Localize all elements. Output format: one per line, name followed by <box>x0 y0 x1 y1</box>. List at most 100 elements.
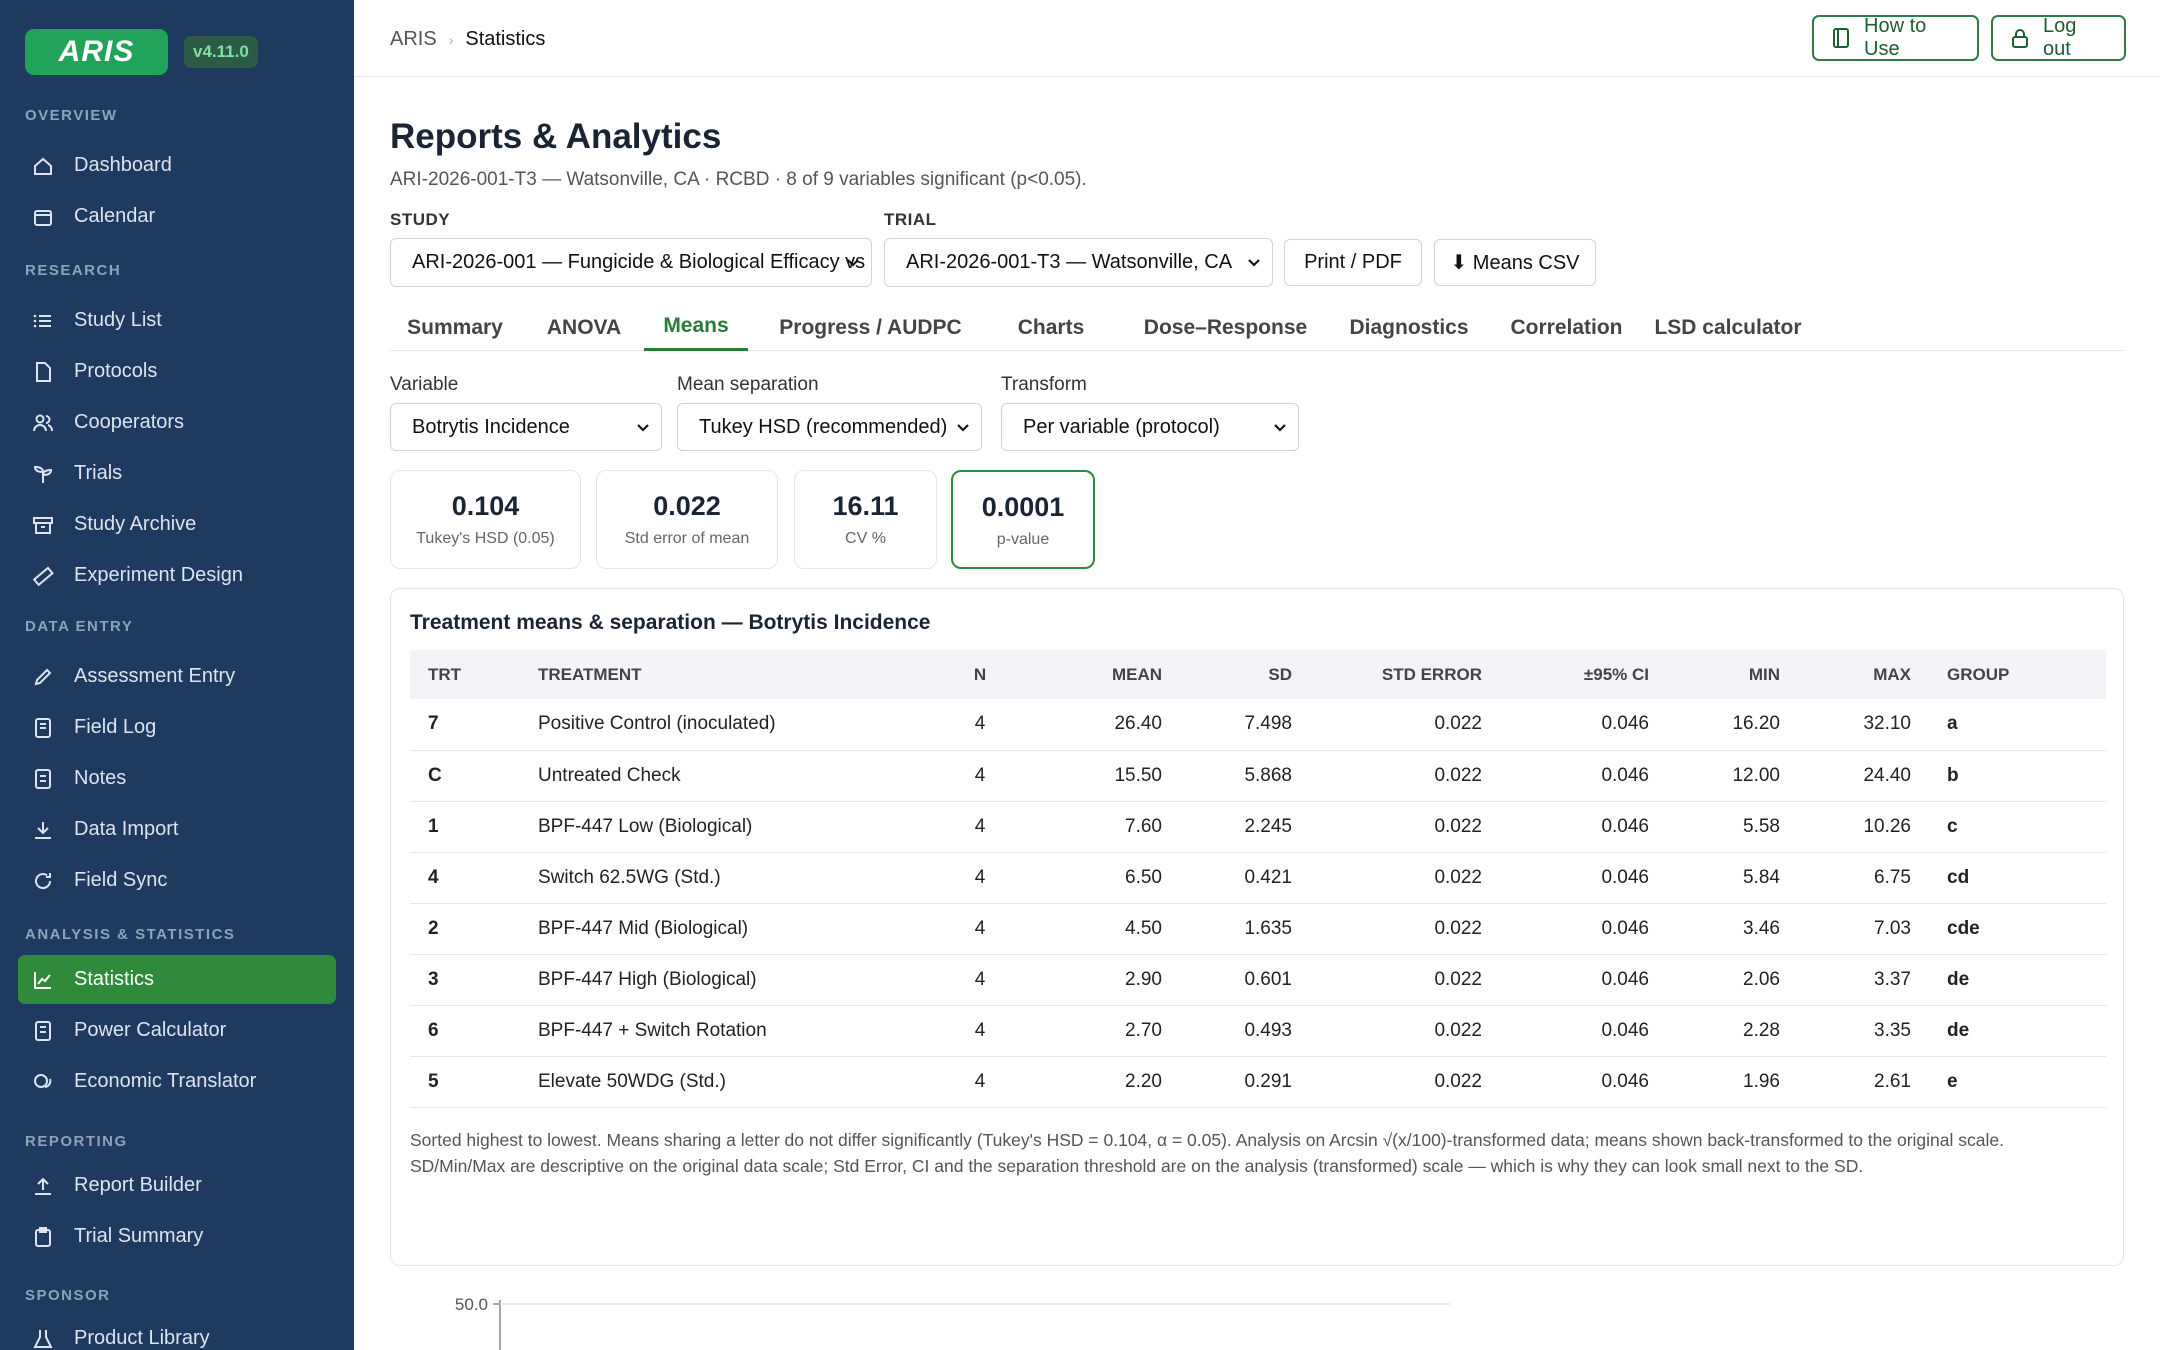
aris-logo[interactable]: ARIS <box>25 29 168 75</box>
chevron-down-icon <box>1272 418 1288 441</box>
table-cell: 0.493 <box>1244 1019 1292 1041</box>
sidebar-item-calendar[interactable]: Calendar <box>18 192 336 241</box>
clipboard-icon <box>32 1226 54 1248</box>
sidebar-item-label: Assessment Entry <box>74 665 236 687</box>
sidebar-item-study-list[interactable]: Study List <box>18 296 336 345</box>
column-header[interactable]: STD ERROR <box>1310 650 1500 699</box>
stat-label: p-value <box>996 531 1050 548</box>
column-header[interactable]: TRT <box>410 650 520 699</box>
column-header[interactable]: TREATMENT <box>520 650 920 699</box>
table-cell: 4 <box>974 917 986 939</box>
table-cell: 0.022 <box>1434 1019 1482 1041</box>
table-cell: cde <box>1947 917 1980 939</box>
nav-section-title: SPONSOR <box>25 1287 111 1304</box>
sidebar-item-trials[interactable]: Trials <box>18 449 336 498</box>
home-icon <box>32 155 54 177</box>
column-header[interactable]: MAX <box>1798 650 1929 699</box>
table-cell: 3.37 <box>1874 968 1911 990</box>
table-cell: b <box>1947 764 1959 786</box>
tab-correlation[interactable]: Correlation <box>1501 304 1632 351</box>
how-to-use-button[interactable]: How to Use <box>1812 15 1979 61</box>
chevron-down-icon <box>1246 253 1262 276</box>
sidebar-item-power-calculator[interactable]: Power Calculator <box>18 1006 336 1055</box>
tab-charts[interactable]: Charts <box>987 304 1115 351</box>
sidebar-item-field-sync[interactable]: Field Sync <box>18 856 336 905</box>
table-cell: Positive Control (inoculated) <box>538 713 776 735</box>
sidebar-item-label: Experiment Design <box>74 564 243 586</box>
sidebar-item-product-library[interactable]: Product Library <box>18 1314 336 1350</box>
sidebar-item-dashboard[interactable]: Dashboard <box>18 141 336 190</box>
sidebar-item-label: Cooperators <box>74 411 185 433</box>
column-header[interactable]: MIN <box>1667 650 1798 699</box>
sidebar-item-trial-summary[interactable]: Trial Summary <box>18 1212 336 1261</box>
tab-summary[interactable]: Summary <box>390 304 520 351</box>
column-header[interactable]: SD <box>1180 650 1310 699</box>
coins-icon <box>32 1071 54 1093</box>
table-cell: 7 <box>428 713 439 735</box>
table-cell: 4 <box>974 815 986 837</box>
transform-select[interactable]: Per variable (protocol) <box>1001 403 1299 451</box>
topbar: ARIS › Statistics How to Use Log out <box>354 0 2160 77</box>
means-csv-button[interactable]: ⬇ Means CSV <box>1434 239 1596 286</box>
means-bar-chart: 50.037.5 <box>455 1295 1450 1350</box>
column-header[interactable]: MEAN <box>1040 650 1180 699</box>
tab-dose-response[interactable]: Dose–Response <box>1133 304 1318 351</box>
sidebar-item-protocols[interactable]: Protocols <box>18 347 336 396</box>
tab-bar: Summary ANOVA Means Progress / AUDPC Charts D… <box>390 304 2124 351</box>
breadcrumb-root[interactable]: ARIS <box>390 28 437 51</box>
table-row: C Untreated Check 4 15.50 5.868 0.022 0.046 12.… <box>410 750 2106 801</box>
table-cell: 24.40 <box>1863 764 1911 786</box>
tab-means[interactable]: Means <box>644 304 748 351</box>
stat-value: 0.104 <box>451 491 520 521</box>
stat-label: Std error of mean <box>624 530 750 547</box>
tab-diagnostics[interactable]: Diagnostics <box>1336 304 1482 351</box>
stat-value: 16.11 <box>832 491 899 521</box>
stat-card-sem: 0.022 Std error of mean <box>596 470 778 569</box>
table-cell: 4.50 <box>1125 917 1162 939</box>
log-out-button[interactable]: Log out <box>1991 15 2126 61</box>
tab-anova[interactable]: ANOVA <box>536 304 632 351</box>
table-cell: BPF-447 Mid (Biological) <box>538 917 749 939</box>
sidebar-item-label: Trial Summary <box>74 1225 204 1247</box>
pencil-icon <box>32 666 54 688</box>
sidebar-item-cooperators[interactable]: Cooperators <box>18 398 336 447</box>
table-cell: 2.20 <box>1125 1070 1162 1092</box>
table-cell: 7.60 <box>1125 815 1162 837</box>
sidebar-item-experiment-design[interactable]: Experiment Design <box>18 551 336 600</box>
flask-icon <box>32 1328 54 1350</box>
column-header[interactable]: GROUP <box>1929 650 2106 699</box>
sidebar-item-label: Data Import <box>74 818 179 840</box>
sidebar-item-study-archive[interactable]: Study Archive <box>18 500 336 549</box>
file-icon <box>32 361 54 383</box>
sidebar-item-data-import[interactable]: Data Import <box>18 805 336 854</box>
table-cell: C <box>428 764 442 786</box>
sidebar-item-report-builder[interactable]: Report Builder <box>18 1161 336 1210</box>
table-cell: cd <box>1947 866 1970 888</box>
sidebar-item-field-log[interactable]: Field Log <box>18 703 336 752</box>
chart-line-icon <box>32 969 54 991</box>
sidebar-item-notes[interactable]: Notes <box>18 754 336 803</box>
trial-select[interactable]: ARI-2026-001-T3 — Watsonville, CA <box>884 238 1273 287</box>
sidebar-item-label: Study Archive <box>74 513 197 535</box>
breadcrumb-current: Statistics <box>465 28 546 50</box>
sidebar-item-assessment-entry[interactable]: Assessment Entry <box>18 652 336 701</box>
tab-progress-audpc[interactable]: Progress / AUDPC <box>772 304 969 351</box>
ruler-icon <box>32 565 54 587</box>
table-row: 5 Elevate 50WDG (Std.) 4 2.20 0.291 0.022 0.04… <box>410 1056 2106 1107</box>
means-table-title: Treatment means & separation — Botrytis … <box>410 611 931 634</box>
tab-lsd-calculator[interactable]: LSD calculator <box>1650 304 1806 351</box>
variable-select[interactable]: Botrytis Incidence <box>390 403 662 451</box>
table-cell: 0.601 <box>1244 968 1292 990</box>
separation-select[interactable]: Tukey HSD (recommended) <box>677 403 982 451</box>
print-pdf-button[interactable]: Print / PDF <box>1284 239 1422 286</box>
stat-label: CV % <box>845 530 886 547</box>
study-select[interactable]: ARI-2026-001 — Fungicide & Biological Ef… <box>390 238 872 287</box>
sidebar-item-economic-translator[interactable]: Economic Translator <box>18 1057 336 1106</box>
chevron-right-icon: › <box>448 31 454 48</box>
column-header[interactable]: N <box>920 650 1040 699</box>
upload-icon <box>32 1175 54 1197</box>
column-header[interactable]: ±95% CI <box>1500 650 1667 699</box>
stat-card-cv: 16.11 CV % <box>794 470 937 569</box>
table-cell: 5 <box>428 1070 439 1092</box>
sidebar-item-statistics[interactable]: Statistics <box>18 955 336 1004</box>
